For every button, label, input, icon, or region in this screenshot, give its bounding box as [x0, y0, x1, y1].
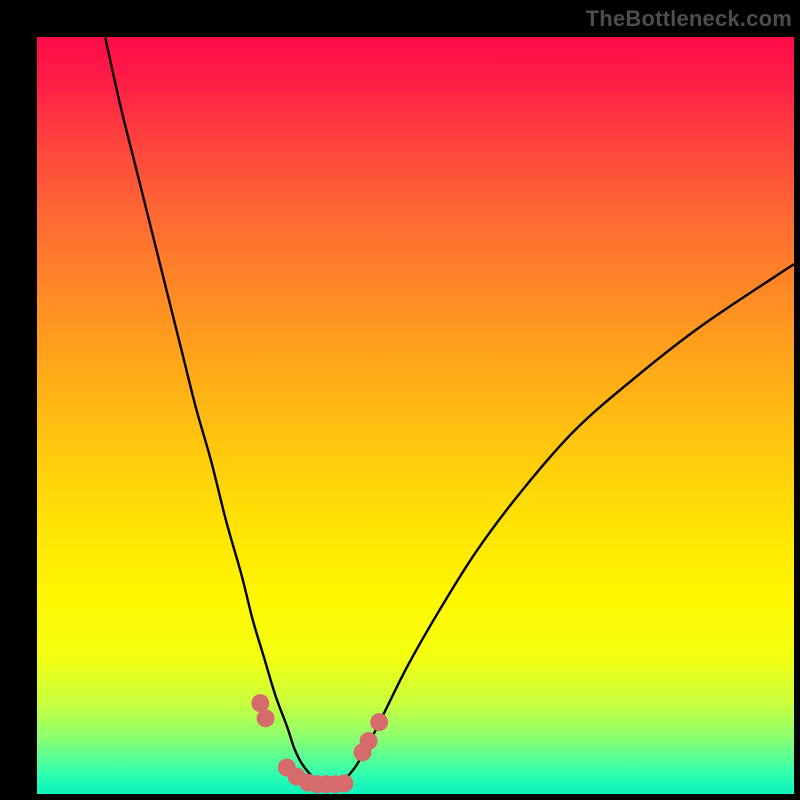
chart-overlay — [37, 37, 794, 794]
marker-dot — [370, 713, 388, 731]
left-curve — [105, 37, 325, 784]
plot-area — [37, 37, 794, 794]
markers-right — [326, 713, 388, 793]
right-curve — [340, 264, 794, 784]
watermark-text: TheBottleneck.com — [586, 6, 792, 32]
marker-dot — [360, 732, 378, 750]
marker-dot — [257, 709, 275, 727]
marker-dot — [335, 774, 353, 792]
chart-frame: TheBottleneck.com — [0, 0, 800, 800]
